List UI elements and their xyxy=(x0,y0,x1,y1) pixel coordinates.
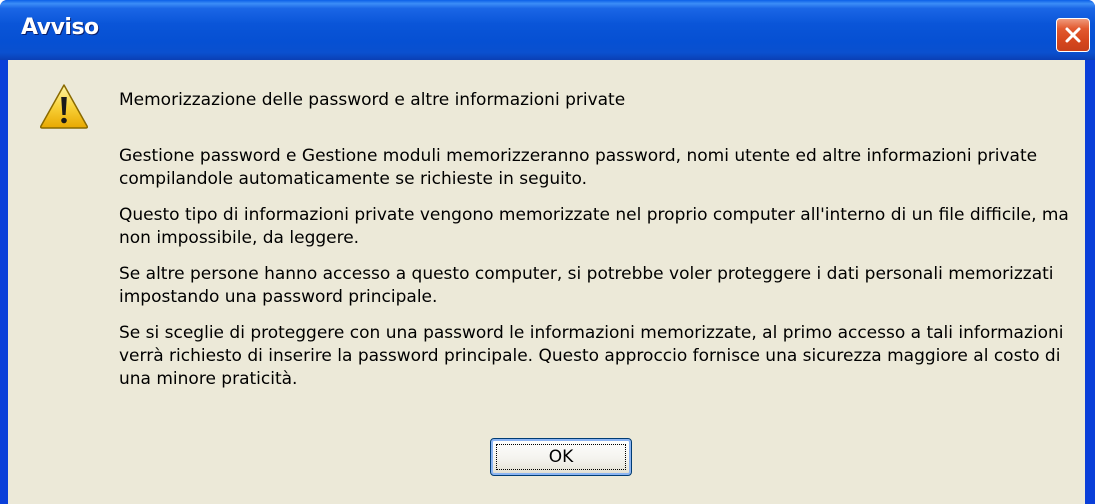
focus-rectangle xyxy=(496,444,626,470)
window-title: Avviso xyxy=(21,15,99,40)
dialog-heading: Memorizzazione delle password e altre in… xyxy=(119,90,626,110)
close-button[interactable] xyxy=(1056,18,1090,52)
paragraph-protection: Se si sceglie di proteggere con una pass… xyxy=(119,323,1064,389)
close-icon xyxy=(1065,27,1081,43)
dialog-content: Memorizzazione delle password e altre in… xyxy=(8,60,1085,504)
paragraph-master-password: Se altre persone hanno accesso a questo … xyxy=(119,264,1054,307)
title-bar[interactable]: Avviso xyxy=(0,0,1095,60)
paragraph-autofill: Gestione password e Gestione moduli memo… xyxy=(119,146,1038,189)
warning-icon xyxy=(39,84,89,129)
ok-button[interactable]: OK xyxy=(490,438,632,476)
dialog-window: Avviso Memorizzazione delle password e a… xyxy=(0,0,1095,504)
paragraph-storage: Questo tipo di informazioni private veng… xyxy=(119,205,1069,248)
